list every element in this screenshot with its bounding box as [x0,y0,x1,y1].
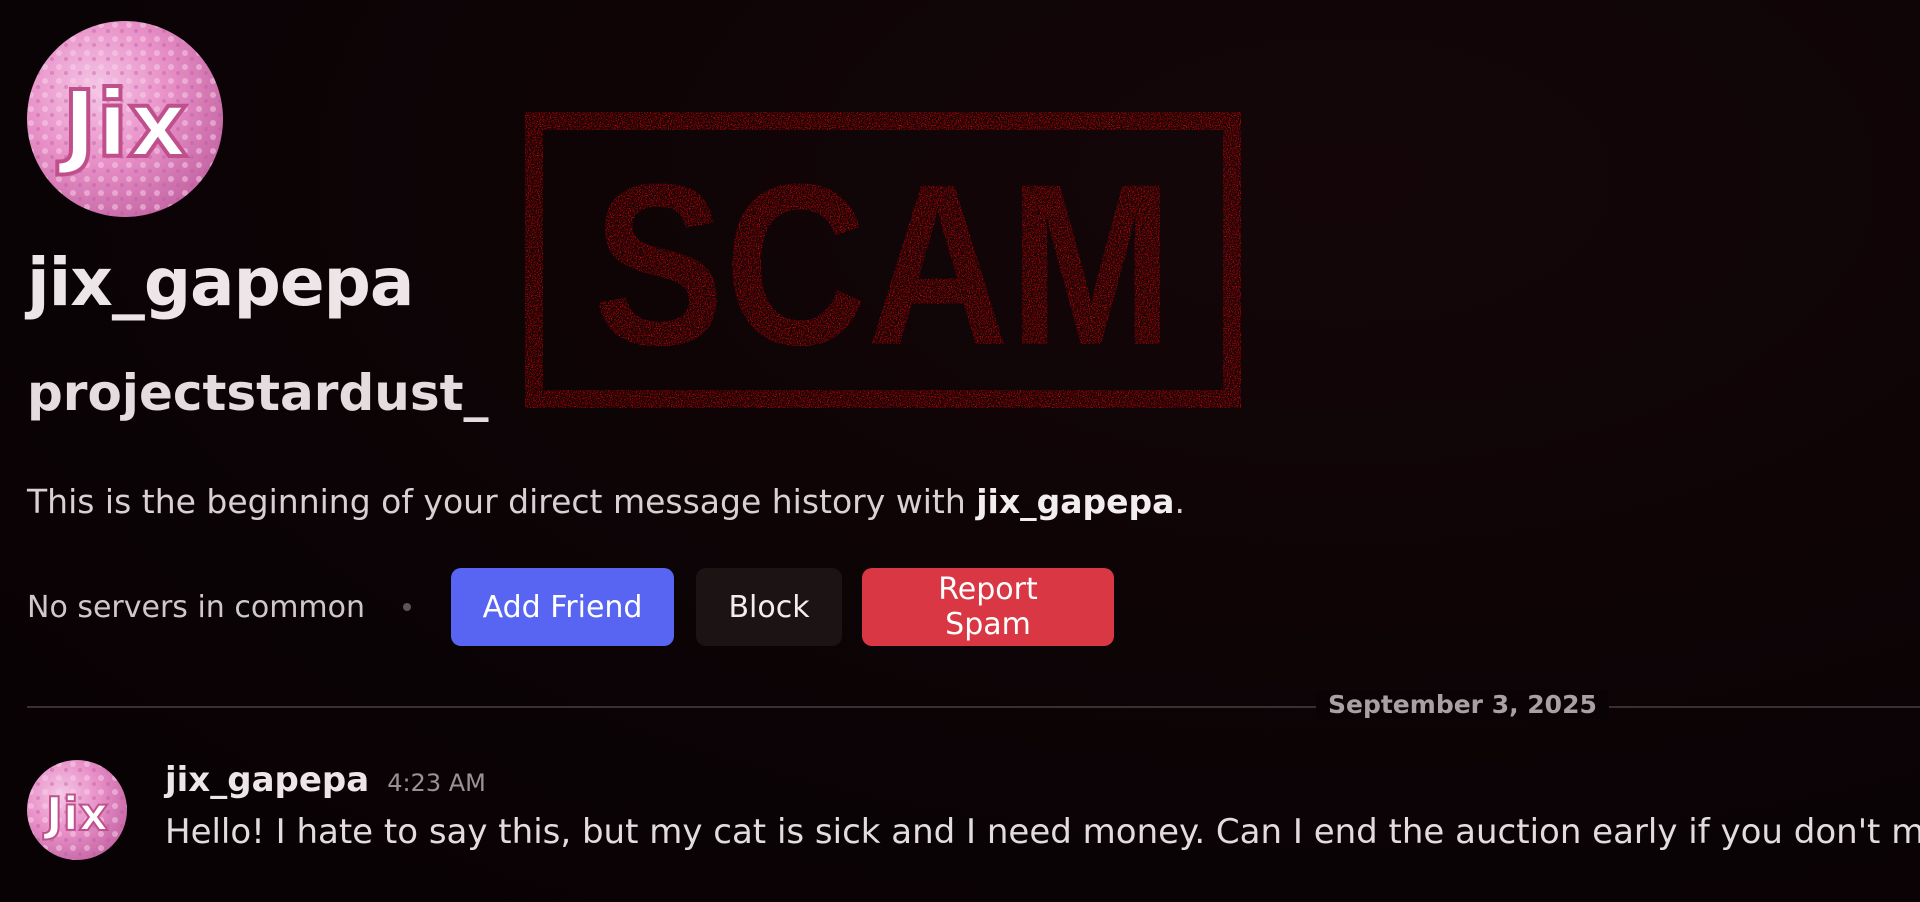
message-author[interactable]: jix_gapepa [165,760,369,800]
message-text: Hello! I hate to say this, but my cat is… [165,812,1920,852]
message-timestamp[interactable]: 4:23 AM [387,769,486,797]
message-header: jix_gapepa 4:23 AM [165,760,486,800]
message-avatar-image: Jix [27,760,127,860]
profile-avatar[interactable]: Jix [27,21,223,217]
separator-dot [403,603,412,611]
intro-name: jix_gapepa [976,482,1175,521]
mutual-servers-text: No servers in common [27,589,366,625]
profile-actions: No servers in common Add Friend Block Re… [27,568,1115,646]
add-friend-button[interactable]: Add Friend [451,568,675,646]
dm-intro-text: This is the beginning of your direct mes… [27,482,1185,522]
stamp-text: SCAM [593,136,1173,393]
report-spam-button[interactable]: Report Spam [862,568,1115,646]
profile-username: projectstardust_ [27,364,489,422]
intro-prefix: This is the beginning of your direct mes… [27,482,977,521]
scam-stamp-overlay: SCAM [507,94,1259,426]
intro-suffix: . [1174,482,1185,521]
block-button[interactable]: Block [696,568,843,646]
message-avatar[interactable]: Jix [27,760,127,860]
profile-display-name: jix_gapepa [27,244,414,321]
avatar-image: Jix [27,21,223,217]
message-avatar-text: Jix [43,787,109,841]
avatar-text: Jix [56,71,187,178]
date-divider-line [27,706,1920,708]
date-separator: September 3, 2025 [1316,690,1609,719]
